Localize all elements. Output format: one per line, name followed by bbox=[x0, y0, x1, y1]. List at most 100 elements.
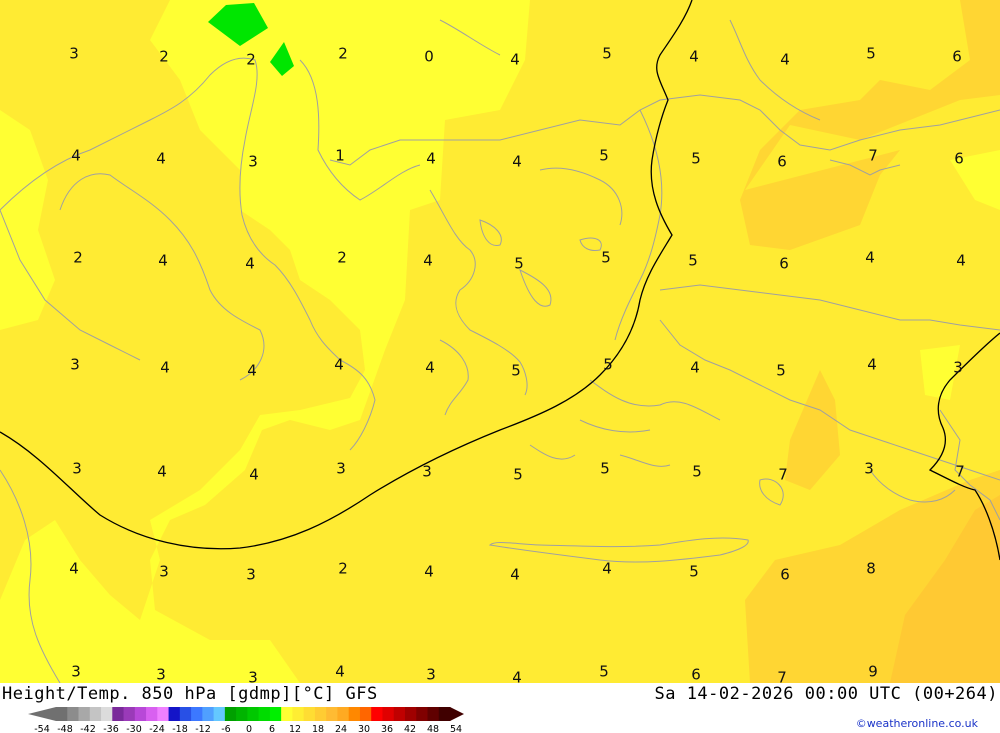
legend-swatch bbox=[427, 707, 440, 721]
legend-tick-label: 24 bbox=[335, 724, 347, 733]
grid-value-label: 5 bbox=[603, 356, 613, 374]
map-footer: Height/Temp. 850 hPa [gdmp][°C] GFS Sa 1… bbox=[0, 683, 1000, 733]
grid-value-label: 5 bbox=[599, 147, 609, 165]
temperature-map: 3 2 2 2 0 4 5 4 4 5 6 4 4 3 1 4 4 5 5 6 7 6 2 4 4 2 4 5 5 5 6 4 4 3 4 4 4 4 5 5… bbox=[0, 0, 1000, 683]
grid-value-label: 4 bbox=[424, 563, 434, 581]
grid-value-label: 3 bbox=[159, 563, 169, 581]
color-scale-legend: -54 -48 -42 -36 -30 -24 -18 -12 -6 0 6 12 18 24 30 36 42… bbox=[28, 707, 464, 733]
grid-value-label: 2 bbox=[338, 45, 348, 63]
grid-value-label: 4 bbox=[71, 147, 81, 165]
grid-value-label: 4 bbox=[426, 150, 436, 168]
grid-value-label: 1 bbox=[335, 147, 345, 165]
grid-value-label: 4 bbox=[69, 560, 79, 578]
legend-tick-label: 0 bbox=[246, 724, 252, 733]
grid-value-label: 3 bbox=[953, 359, 963, 377]
legend-swatch bbox=[202, 707, 215, 721]
legend-swatch bbox=[326, 707, 338, 721]
grid-value-label: 5 bbox=[602, 45, 612, 63]
legend-swatch bbox=[404, 707, 417, 721]
legend-swatch bbox=[123, 707, 136, 721]
grid-value-label: 2 bbox=[73, 249, 83, 267]
legend-tick-label: 54 bbox=[450, 724, 462, 733]
grid-value-label: 3 bbox=[71, 663, 81, 681]
grid-value-label: 5 bbox=[600, 460, 610, 478]
grid-value-label: 4 bbox=[690, 359, 700, 377]
grid-value-label: 5 bbox=[689, 563, 699, 581]
grid-value-label: 5 bbox=[513, 466, 523, 484]
grid-value-label: 5 bbox=[511, 362, 521, 380]
grid-value-label: 3 bbox=[156, 666, 166, 684]
legend-swatch bbox=[56, 707, 68, 721]
legend-tick-label: 30 bbox=[358, 724, 370, 733]
forecast-time: Sa 14-02-2026 00:00 UTC (00+264) bbox=[654, 684, 998, 704]
legend-swatch bbox=[337, 707, 350, 721]
legend-tick-label: -12 bbox=[195, 724, 211, 733]
legend-swatch bbox=[168, 707, 181, 721]
grid-value-label: 4 bbox=[425, 359, 435, 377]
grid-value-label: 2 bbox=[337, 249, 347, 267]
legend-tick-label: -48 bbox=[57, 724, 73, 733]
legend-swatch bbox=[213, 707, 226, 721]
grid-value-label: 4 bbox=[512, 153, 522, 171]
legend-swatch bbox=[89, 707, 102, 721]
grid-value-label: 5 bbox=[688, 252, 698, 270]
grid-value-label: 4 bbox=[334, 356, 344, 374]
legend-tick-label: -24 bbox=[149, 724, 165, 733]
grid-value-label: 7 bbox=[777, 669, 787, 684]
grid-value-label: 4 bbox=[423, 252, 433, 270]
grid-value-label: 9 bbox=[868, 663, 878, 681]
grid-value-label: 7 bbox=[778, 466, 788, 484]
grid-value-label: 4 bbox=[157, 463, 167, 481]
grid-value-label: 4 bbox=[865, 249, 875, 267]
legend-swatch bbox=[393, 707, 406, 721]
grid-value-label: 4 bbox=[245, 255, 255, 273]
grid-value-label: 5 bbox=[514, 255, 524, 273]
legend-swatch bbox=[314, 707, 327, 721]
grid-value-label: 4 bbox=[247, 362, 257, 380]
legend-tick-label: 48 bbox=[427, 724, 439, 733]
grid-value-label: 6 bbox=[780, 566, 790, 584]
grid-value-label: 2 bbox=[246, 51, 256, 69]
grid-value-label: 3 bbox=[248, 153, 258, 171]
legend-swatch bbox=[112, 707, 125, 721]
legend-swatch bbox=[247, 707, 260, 721]
grid-value-label: 3 bbox=[70, 356, 80, 374]
legend-tick-label: -42 bbox=[80, 724, 96, 733]
legend-swatch bbox=[281, 707, 293, 721]
grid-value-label: 0 bbox=[424, 48, 434, 66]
grid-value-label: 2 bbox=[159, 48, 169, 66]
legend-swatch bbox=[269, 707, 282, 721]
grid-value-label: 3 bbox=[72, 460, 82, 478]
legend-swatch bbox=[146, 707, 158, 721]
grid-value-label: 3 bbox=[69, 45, 79, 63]
grid-value-label: 4 bbox=[512, 669, 522, 684]
grid-value-label: 4 bbox=[689, 48, 699, 66]
legend-swatch bbox=[382, 707, 395, 721]
legend-swatch bbox=[67, 707, 80, 721]
grid-value-label: 4 bbox=[160, 359, 170, 377]
grid-value-label: 7 bbox=[955, 463, 965, 481]
grid-value-label: 3 bbox=[864, 460, 874, 478]
grid-value-label: 4 bbox=[510, 51, 520, 69]
legend-tick-label: -6 bbox=[221, 724, 230, 733]
grid-value-label: 2 bbox=[338, 560, 348, 578]
legend-tick-label: 42 bbox=[404, 724, 416, 733]
grid-value-label: 8 bbox=[866, 560, 876, 578]
grid-value-label: 4 bbox=[867, 356, 877, 374]
grid-value-label: 4 bbox=[510, 566, 520, 584]
grid-value-label: 5 bbox=[691, 150, 701, 168]
legend-swatch bbox=[134, 707, 147, 721]
grid-value-label: 6 bbox=[779, 255, 789, 273]
grid-value-label: 4 bbox=[956, 252, 966, 270]
grid-value-label: 5 bbox=[866, 45, 876, 63]
legend-swatch bbox=[191, 707, 203, 721]
legend-swatch bbox=[224, 707, 237, 721]
legend-tick-label: 6 bbox=[269, 724, 275, 733]
credit-link[interactable]: ©weatheronline.co.uk bbox=[856, 717, 978, 730]
grid-value-label: 3 bbox=[248, 669, 258, 684]
legend-swatch bbox=[78, 707, 91, 721]
grid-value-label: 5 bbox=[692, 463, 702, 481]
legend-swatch bbox=[179, 707, 192, 721]
grid-value-label: 5 bbox=[601, 249, 611, 267]
grid-value-label: 3 bbox=[246, 566, 256, 584]
